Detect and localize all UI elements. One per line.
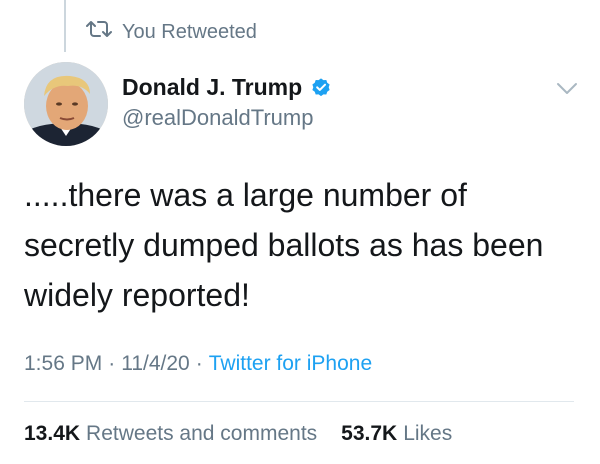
retweet-icon (86, 18, 112, 46)
likes-label[interactable]: Likes (403, 422, 452, 446)
tweet-text: .....there was a large number of secretl… (24, 177, 544, 313)
divider (24, 401, 574, 402)
tweet-time[interactable]: 1:56 PM (24, 352, 102, 376)
verified-badge-icon (310, 77, 332, 99)
tweet-date[interactable]: 11/4/20 (121, 352, 190, 376)
tweet-meta: 1:56 PM · 11/4/20 · Twitter for iPhone (24, 352, 372, 376)
tweet-source[interactable]: Twitter for iPhone (209, 352, 372, 376)
meta-separator: · (195, 352, 203, 375)
retweet-context: You Retweeted (86, 18, 257, 46)
author-block[interactable]: Donald J. Trump @realDonaldTrump (122, 74, 332, 131)
retweets-label[interactable]: Retweets and comments (86, 422, 317, 446)
author-name[interactable]: Donald J. Trump (122, 74, 302, 101)
tweet-stats: 13.4K Retweets and comments 53.7K Likes (24, 422, 452, 446)
avatar[interactable] (24, 62, 108, 146)
likes-count[interactable]: 53.7K (341, 422, 397, 446)
thread-line (64, 0, 66, 52)
chevron-down-icon[interactable] (556, 82, 578, 96)
author-handle[interactable]: @realDonaldTrump (122, 105, 332, 131)
meta-separator: · (108, 352, 116, 375)
retweets-count[interactable]: 13.4K (24, 422, 80, 446)
retweet-context-label: You Retweeted (122, 20, 257, 43)
